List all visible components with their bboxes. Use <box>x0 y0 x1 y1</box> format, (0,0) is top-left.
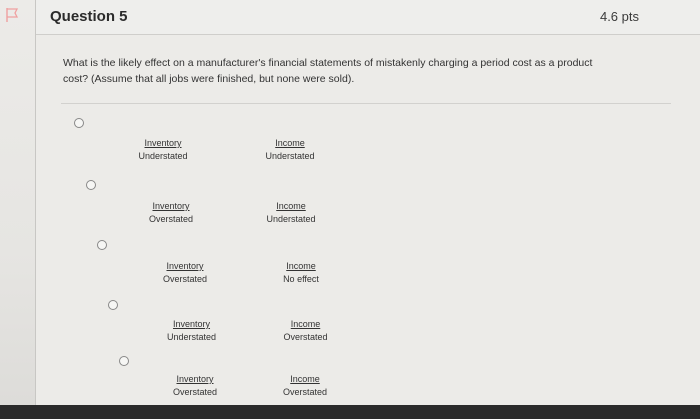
income-label: Income <box>276 201 306 211</box>
quiz-page: Question 5 4.6 pts What is the likely ef… <box>0 0 700 419</box>
question-title: Question 5 <box>50 8 128 25</box>
inventory-label: Inventory <box>176 374 214 384</box>
income-column: Income Overstated <box>268 318 343 344</box>
income-column: Income No effect <box>266 260 336 286</box>
radio-button[interactable] <box>119 356 129 366</box>
question-card: Question 5 4.6 pts What is the likely ef… <box>35 0 700 419</box>
income-value: Overstated <box>283 332 328 342</box>
divider <box>61 103 671 104</box>
inventory-column: Inventory Overstated <box>160 373 230 399</box>
inventory-value: Understated <box>138 151 188 161</box>
inventory-label: Inventory <box>144 138 182 148</box>
income-value: Understated <box>266 214 316 224</box>
answer-option-1[interactable]: Inventory Understated Income Understated <box>36 110 700 165</box>
question-header: Question 5 4.6 pts <box>36 0 700 35</box>
inventory-column: Inventory Overstated <box>150 260 220 286</box>
radio-button[interactable] <box>74 118 84 128</box>
radio-button[interactable] <box>86 180 96 190</box>
income-value: Understated <box>265 151 315 161</box>
screen-bottom-edge <box>0 405 700 419</box>
income-label: Income <box>290 374 320 384</box>
inventory-value: Understated <box>166 332 217 342</box>
inventory-column: Inventory Understated <box>128 137 198 163</box>
income-label: Income <box>275 138 305 148</box>
question-points: 4.6 pts <box>599 9 639 24</box>
income-column: Income Understated <box>251 200 331 226</box>
answer-option-3[interactable]: Inventory Overstated Income No effect <box>36 232 700 287</box>
income-column: Income Overstated <box>270 373 340 399</box>
income-label: Income <box>286 261 316 271</box>
inventory-column: Inventory Overstated <box>136 200 206 226</box>
flag-question-icon[interactable] <box>4 6 22 24</box>
inventory-value: Overstated <box>162 274 208 284</box>
income-label: Income <box>290 319 321 329</box>
inventory-label: Inventory <box>172 319 211 329</box>
question-text: What is the likely effect on a manufactu… <box>63 57 593 85</box>
inventory-label: Inventory <box>166 261 204 271</box>
income-value: Overstated <box>282 387 328 397</box>
answer-option-4[interactable]: Inventory Understated Income Overstated <box>36 292 700 347</box>
radio-button[interactable] <box>108 300 118 310</box>
income-value: No effect <box>283 274 319 284</box>
answer-option-2[interactable]: Inventory Overstated Income Understated <box>36 170 700 225</box>
income-column: Income Understated <box>250 137 330 163</box>
answer-option-5[interactable]: Inventory Overstated Income Overstated <box>36 350 700 400</box>
inventory-label: Inventory <box>152 201 190 211</box>
radio-button[interactable] <box>97 240 107 250</box>
inventory-value: Overstated <box>172 387 218 397</box>
inventory-column: Inventory Understated <box>154 318 229 344</box>
inventory-value: Overstated <box>148 214 194 224</box>
